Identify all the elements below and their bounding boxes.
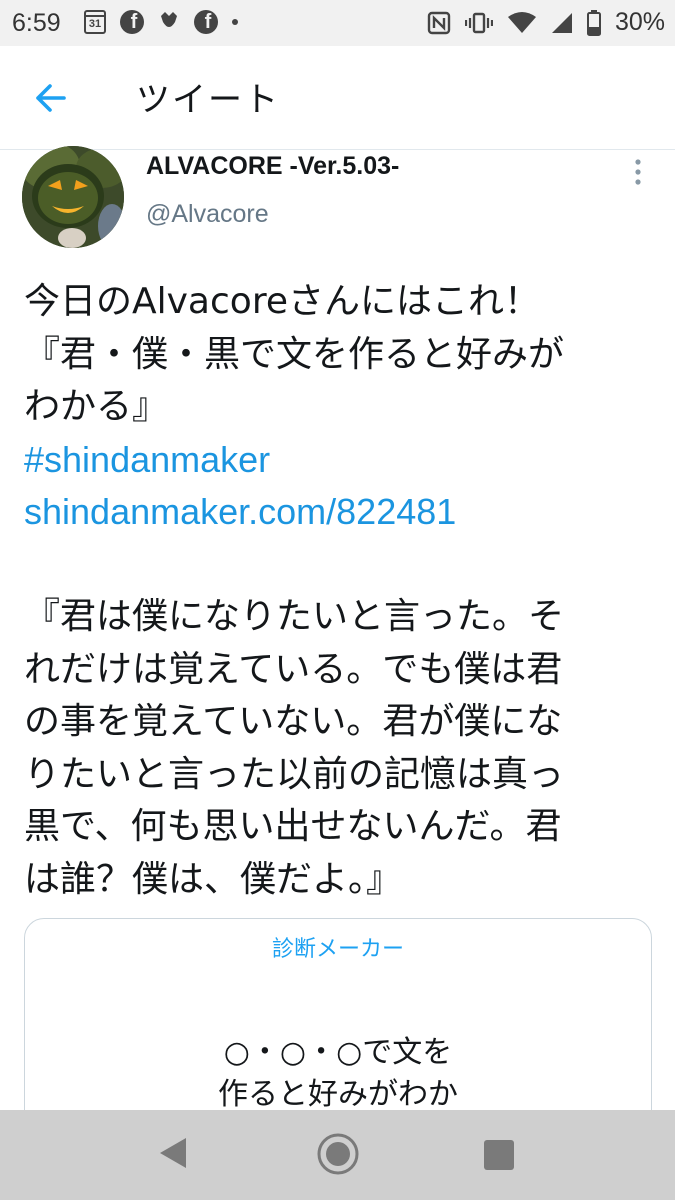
user-handle[interactable]: @Alvacore	[146, 200, 269, 229]
app-header: ツイート	[0, 46, 675, 150]
url-link[interactable]: shindanmaker.com/822481	[24, 486, 654, 539]
page-title: ツイート	[136, 80, 280, 120]
system-icons: 30%	[427, 8, 665, 37]
game-icon	[158, 10, 180, 34]
nav-back-button[interactable]	[158, 1136, 188, 1174]
triangle-back-icon	[160, 1138, 186, 1168]
card-title-line: 作ると好みがわか	[218, 1077, 458, 1112]
back-arrow-icon	[36, 84, 66, 112]
avatar[interactable]	[22, 146, 124, 248]
tweet-line: 今日のAlvacoreさんにはこれ！	[24, 281, 540, 322]
battery-icon	[586, 9, 601, 36]
quote-line: 黒で、何も思い出せないんだ。君	[24, 806, 562, 847]
tweet-text: 今日のAlvacoreさんにはこれ！ 『君・僕・黒で文を作ると好みが わかる』 …	[24, 276, 654, 906]
battery-percent: 30%	[614, 8, 665, 36]
back-button[interactable]	[30, 78, 74, 118]
facebook-icon: f	[194, 10, 218, 34]
quote-line: りたいと言った以前の記憶は真っ	[24, 753, 565, 795]
quote-line: は誰？僕は、僕だよ。』	[24, 858, 403, 900]
notification-icons: 31 f f	[84, 10, 238, 34]
quote-line: れだけは覚えている。でも僕は君	[24, 648, 563, 690]
nav-recents-button[interactable]	[484, 1140, 514, 1170]
card-site-name: 診断メーカー	[271, 937, 404, 962]
tweet-line: 『君・僕・黒で文を作ると好みが	[24, 333, 565, 375]
calendar-icon: 31	[84, 10, 106, 34]
more-notifications-icon	[232, 19, 238, 25]
circle-home-icon	[317, 1133, 359, 1175]
wifi-icon	[507, 11, 537, 35]
vibrate-icon	[464, 11, 493, 35]
tweet-line: わかる』	[24, 386, 169, 427]
avatar-image	[22, 146, 124, 248]
quote-line: の事を覚えていない。君が僕にな	[24, 701, 563, 742]
display-name[interactable]: ALVACORE -Ver.5.03-	[146, 152, 399, 181]
card-title-line: ○・○・○で文を	[223, 1035, 453, 1070]
signal-icon	[551, 11, 573, 35]
more-options-icon[interactable]	[628, 158, 648, 188]
nfc-icon	[427, 11, 451, 35]
status-bar: 6:59 31 f f 30%	[0, 0, 675, 46]
nav-home-button[interactable]	[316, 1132, 360, 1180]
status-time: 6:59	[12, 9, 61, 37]
quote-line: 『君は僕になりたいと言った。そ	[24, 596, 565, 637]
navigation-bar	[0, 1110, 675, 1200]
facebook-icon: f	[120, 10, 144, 34]
hashtag-link[interactable]: #shindanmaker	[24, 434, 654, 487]
